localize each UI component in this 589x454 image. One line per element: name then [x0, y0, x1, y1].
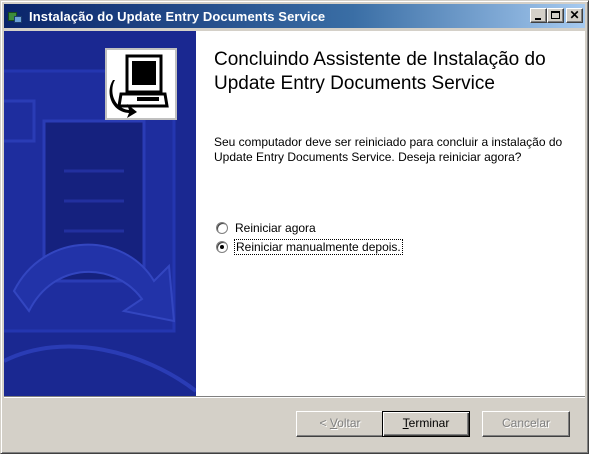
installer-window: Instalação do Update Entry Documents Ser… — [0, 0, 589, 454]
close-icon: ✕ — [569, 8, 580, 22]
close-button[interactable]: ✕ — [566, 8, 583, 23]
minimize-icon — [535, 18, 541, 20]
back-prefix: < — [319, 416, 330, 430]
option-label: Reiniciar agora — [235, 221, 316, 235]
back-rest: oltar — [337, 416, 361, 430]
restart-description: Seu computador deve ser reiniciado para … — [214, 135, 563, 164]
footer-separator — [4, 396, 585, 398]
computer-install-icon — [109, 54, 169, 118]
window-controls: ✕ — [530, 8, 583, 23]
maximize-icon — [551, 11, 560, 19]
page-title: Concluindo Assistente de Instalação do U… — [214, 49, 546, 94]
wizard-content: Concluindo Assistente de Instalação do U… — [4, 31, 585, 396]
cancel-button[interactable]: Cancelar — [482, 411, 570, 437]
window-title: Instalação do Update Entry Documents Ser… — [29, 8, 326, 24]
maximize-button[interactable] — [547, 8, 564, 23]
app-icon — [7, 8, 23, 24]
finish-button[interactable]: Terminar — [382, 411, 470, 437]
back-button[interactable]: < Voltar — [296, 411, 384, 437]
radio-restart-now[interactable] — [216, 222, 228, 234]
minimize-button[interactable] — [530, 8, 547, 23]
option-restart-now[interactable]: Reiniciar agora — [216, 221, 317, 235]
radio-restart-later[interactable] — [216, 241, 228, 253]
option-restart-later[interactable]: Reiniciar manualmente depois. — [216, 239, 403, 255]
finish-rest: erminar — [408, 416, 450, 430]
option-label: Reiniciar manualmente depois. — [234, 239, 403, 255]
title-bar[interactable]: Instalação do Update Entry Documents Ser… — [4, 4, 585, 28]
setup-logo — [105, 48, 177, 120]
